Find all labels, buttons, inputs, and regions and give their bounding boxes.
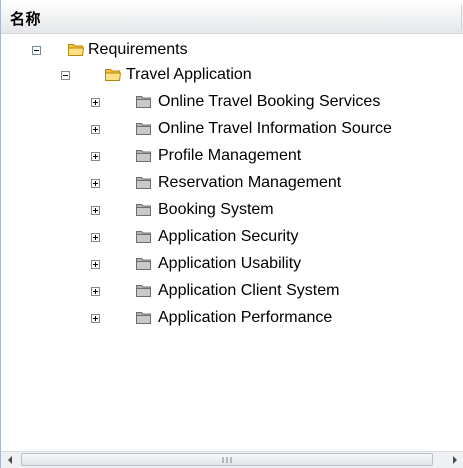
tree-node-child[interactable]: Application Security [1,224,463,251]
tree-node-child[interactable]: Reservation Management [1,170,463,197]
folder-closed-icon [136,285,151,297]
tree-node-child[interactable]: Online Travel Booking Services [1,89,463,116]
tree-node-label: Profile Management [158,147,302,164]
requirements-tree-panel: 名称 Requirements Travel Application Onlin… [0,0,463,468]
requirements-tree: Requirements Travel Application Online T… [1,38,463,332]
expand-toggle-icon[interactable] [91,260,100,269]
expand-toggle-icon[interactable] [91,152,100,161]
tree-node-label: Application Client System [158,282,340,299]
folder-closed-icon [136,312,151,324]
tree-node-travel-application[interactable]: Travel Application [1,62,463,89]
folder-closed-icon [136,96,151,108]
grip-icon [222,457,232,463]
tree-node-label: Reservation Management [158,174,342,191]
collapse-toggle-icon[interactable] [61,71,70,80]
expand-toggle-icon[interactable] [91,233,100,242]
expand-toggle-icon[interactable] [91,206,100,215]
tree-node-child[interactable]: Profile Management [1,143,463,170]
tree-node-label: Booking System [158,201,274,218]
tree-node-label: Application Performance [158,309,333,326]
folder-closed-icon [136,258,151,270]
folder-closed-icon [136,204,151,216]
folder-open-icon [105,69,121,81]
column-header[interactable]: 名称 [1,0,463,34]
tree-node-requirements[interactable]: Requirements [1,38,463,62]
folder-closed-icon [136,177,151,189]
tree-node-label: Online Travel Booking Services [158,93,381,110]
expand-toggle-icon[interactable] [91,314,100,323]
arrow-right-icon [452,456,457,464]
column-divider[interactable] [461,4,462,30]
horizontal-scrollbar[interactable] [1,451,463,468]
scroll-left-button[interactable] [1,452,18,468]
tree-node-child[interactable]: Online Travel Information Source [1,116,463,143]
tree-node-child[interactable]: Application Usability [1,251,463,278]
folder-closed-icon [136,231,151,243]
folder-open-icon [68,44,84,56]
scroll-right-button[interactable] [446,452,463,468]
tree-node-label: Requirements [88,41,188,58]
expand-toggle-icon[interactable] [91,98,100,107]
arrow-left-icon [7,456,12,464]
scrollbar-thumb[interactable] [21,453,433,466]
expand-toggle-icon[interactable] [91,179,100,188]
folder-closed-icon [136,150,151,162]
tree-node-label: Online Travel Information Source [158,120,392,137]
column-header-name: 名称 [10,10,42,28]
tree-node-label: Application Usability [158,255,302,272]
tree-node-label: Travel Application [126,66,252,83]
tree-node-child[interactable]: Application Client System [1,278,463,305]
tree-node-child[interactable]: Application Performance [1,305,463,332]
expand-toggle-icon[interactable] [91,287,100,296]
collapse-toggle-icon[interactable] [32,46,41,55]
expand-toggle-icon[interactable] [91,125,100,134]
tree-node-child[interactable]: Booking System [1,197,463,224]
tree-node-label: Application Security [158,228,299,245]
folder-closed-icon [136,123,151,135]
